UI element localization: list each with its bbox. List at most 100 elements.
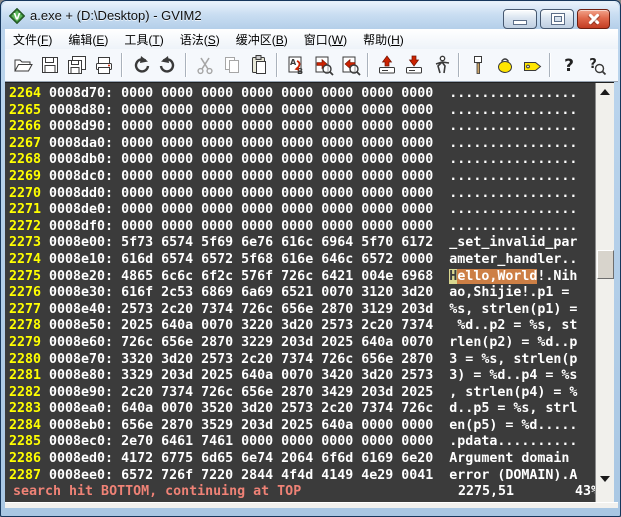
hex-row[interactable]: 22770008e40: 2573 2c20 7374 726c 656e 28… bbox=[9, 302, 595, 319]
line-number: 2282 bbox=[9, 385, 41, 402]
line-number: 2276 bbox=[9, 285, 41, 302]
vertical-scrollbar[interactable] bbox=[595, 83, 614, 503]
find-help-button[interactable]: ? bbox=[582, 52, 609, 79]
hex-row[interactable]: 2278 0008e50: 2025 640a 0070 3220 3d20 25… bbox=[9, 318, 595, 335]
open-button[interactable] bbox=[9, 52, 36, 79]
hex-row[interactable]: 22640008d70: 0000 0000 0000 0000 0000 00… bbox=[9, 86, 595, 103]
ascii-text: 3) = %d..p4 = %s bbox=[449, 368, 577, 383]
session-save-button[interactable] bbox=[400, 52, 427, 79]
line-number: 2274 bbox=[9, 252, 41, 269]
menu-item-t[interactable]: 工具(T) bbox=[116, 29, 171, 50]
line-number: 2264 bbox=[9, 86, 41, 103]
minimize-button[interactable] bbox=[503, 9, 537, 29]
maximize-button[interactable] bbox=[540, 9, 574, 29]
session-load-button[interactable] bbox=[373, 52, 400, 79]
menu-item-e[interactable]: 编辑(E) bbox=[60, 29, 116, 50]
ascii-text: en(p5) = %d..... bbox=[449, 418, 577, 433]
find-prev-icon bbox=[339, 54, 361, 76]
hex-row[interactable]: 22660008d90: 0000 0000 0000 0000 0000 00… bbox=[9, 119, 595, 136]
menu-item-h[interactable]: 帮助(H) bbox=[355, 29, 412, 50]
ascii-text: ................ bbox=[449, 86, 577, 101]
hex-row[interactable]: 22790008e60: 726c 656e 2870 3229 203d 20… bbox=[9, 335, 595, 352]
hex-row[interactable]: 22670008da0: 0000 0000 0000 0000 0000 00… bbox=[9, 136, 595, 153]
make-button[interactable] bbox=[464, 52, 491, 79]
ascii-text: Argument domain bbox=[449, 451, 577, 466]
toolbar-separator bbox=[367, 53, 369, 77]
line-number: 2269 bbox=[9, 169, 41, 186]
line-number: 2272 bbox=[9, 219, 41, 236]
hex-bytes: 0008eb0: 656e 2870 3529 203d 2025 640a 0… bbox=[49, 418, 449, 433]
hex-row[interactable]: 22850008ec0: 2e70 6461 7461 0000 0000 00… bbox=[9, 434, 595, 451]
menu-item-b[interactable]: 缓冲区(B) bbox=[228, 29, 296, 50]
build-tags-button[interactable] bbox=[491, 52, 518, 79]
tag-jump-button[interactable] bbox=[518, 52, 545, 79]
menu-item-w[interactable]: 窗口(W) bbox=[296, 29, 355, 50]
hex-row[interactable]: 22810008e80: 3329 203d 2025 640a 0070 34… bbox=[9, 368, 595, 385]
ascii-text: %d..p2 = %s, st bbox=[449, 318, 577, 333]
save-all-icon bbox=[66, 54, 88, 76]
scrollbar-thumb[interactable] bbox=[597, 250, 614, 279]
scroll-down-button[interactable] bbox=[596, 471, 614, 487]
line-number: 2283 bbox=[9, 401, 41, 418]
find-replace-button[interactable]: AB bbox=[282, 52, 309, 79]
hex-bytes: 0008e70: 3320 3d20 2573 2c20 7374 726c 6… bbox=[49, 352, 449, 367]
hex-row[interactable]: 22830008ea0: 640a 0070 3520 3d20 2573 2c… bbox=[9, 401, 595, 418]
line-number: 2265 bbox=[9, 103, 41, 120]
hex-row[interactable]: 22700008dd0: 0000 0000 0000 0000 0000 00… bbox=[9, 186, 595, 203]
hex-row[interactable]: 22800008e70: 3320 3d20 2573 2c20 7374 72… bbox=[9, 352, 595, 369]
session-load-icon bbox=[376, 54, 398, 76]
menu-item-s[interactable]: 语法(S) bbox=[172, 29, 228, 50]
redo-button[interactable] bbox=[154, 52, 181, 79]
hex-row[interactable]: 22680008db0: 0000 0000 0000 0000 0000 00… bbox=[9, 152, 595, 169]
hex-bytes: 0008da0: 0000 0000 0000 0000 0000 0000 0… bbox=[49, 136, 449, 151]
status-message: search hit BOTTOM, continuing at TOP bbox=[13, 484, 301, 501]
hex-row[interactable]: 22860008ed0: 4172 6775 6d65 6e74 2064 6f… bbox=[9, 451, 595, 468]
line-number: 2278 bbox=[9, 318, 41, 335]
hex-row[interactable]: 22820008e90: 2c20 7374 726c 656e 2870 34… bbox=[9, 385, 595, 402]
run-script-icon bbox=[430, 54, 452, 76]
menu-item-f[interactable]: 文件(F) bbox=[5, 29, 60, 50]
ascii-text: d..p5 = %s, strl bbox=[449, 401, 577, 416]
line-number: 2268 bbox=[9, 152, 41, 169]
hex-row[interactable]: 22760008e30: 616f 2c53 6869 6a69 6521 00… bbox=[9, 285, 595, 302]
hex-row[interactable]: 22690008dc0: 0000 0000 0000 0000 0000 00… bbox=[9, 169, 595, 186]
redo-icon bbox=[157, 54, 179, 76]
svg-text:A: A bbox=[290, 58, 297, 67]
line-number: 2270 bbox=[9, 186, 41, 203]
hex-row[interactable]: 22710008de0: 0000 0000 0000 0000 0000 00… bbox=[9, 202, 595, 219]
scroll-up-button[interactable] bbox=[596, 84, 614, 100]
save-button[interactable] bbox=[36, 52, 63, 79]
hex-row[interactable]: 22740008e10: 616d 6574 6572 5f68 616e 64… bbox=[9, 252, 595, 269]
hex-bytes: 0008ec0: 2e70 6461 7461 0000 0000 0000 0… bbox=[49, 434, 449, 449]
undo-button[interactable] bbox=[127, 52, 154, 79]
hex-row[interactable]: 22720008df0: 0000 0000 0000 0000 0000 00… bbox=[9, 219, 595, 236]
find-prev-button[interactable] bbox=[336, 52, 363, 79]
run-script-button[interactable] bbox=[427, 52, 454, 79]
hex-row[interactable]: 22840008eb0: 656e 2870 3529 203d 2025 64… bbox=[9, 418, 595, 435]
hex-bytes: 0008e50: 2025 640a 0070 3220 3d20 2573 2… bbox=[49, 318, 449, 333]
paste-button[interactable] bbox=[245, 52, 272, 79]
hex-row[interactable]: 22870008ee0: 6572 726f 7220 2844 4f4d 41… bbox=[9, 468, 595, 485]
hex-bytes: 0008e00: 5f73 6574 5f69 6e76 616c 6964 5… bbox=[49, 235, 449, 250]
ascii-text: ................ bbox=[449, 136, 577, 151]
close-button[interactable] bbox=[577, 9, 610, 29]
help-button[interactable]: ? bbox=[555, 52, 582, 79]
undo-icon bbox=[130, 54, 152, 76]
print-button[interactable] bbox=[90, 52, 117, 79]
hex-rows[interactable]: 22640008d70: 0000 0000 0000 0000 0000 00… bbox=[5, 83, 595, 502]
line-number: 2286 bbox=[9, 451, 41, 468]
hex-row[interactable]: 22750008e20: 4865 6c6c 6f2c 576f 726c 64… bbox=[9, 269, 595, 286]
hex-row[interactable]: 2273 0008e00: 5f73 6574 5f69 6e76 616c 69… bbox=[9, 235, 595, 252]
toolbar-separator bbox=[185, 53, 187, 77]
hex-row[interactable]: 22650008d80: 0000 0000 0000 0000 0000 00… bbox=[9, 103, 595, 120]
cut-icon bbox=[194, 54, 216, 76]
status-line: search hit BOTTOM, continuing at TOP2275… bbox=[9, 484, 595, 501]
ascii-text: 3 = %s, strlen(p bbox=[449, 352, 577, 367]
save-all-button[interactable] bbox=[63, 52, 90, 79]
find-next-button[interactable] bbox=[309, 52, 336, 79]
copy-button bbox=[218, 52, 245, 79]
copy-icon bbox=[221, 54, 243, 76]
ascii-text: ................ bbox=[449, 186, 577, 201]
menu-bar: 文件(F)编辑(E)工具(T)语法(S)缓冲区(B)窗口(W)帮助(H) bbox=[5, 29, 618, 49]
line-number: 2273 bbox=[9, 235, 41, 252]
